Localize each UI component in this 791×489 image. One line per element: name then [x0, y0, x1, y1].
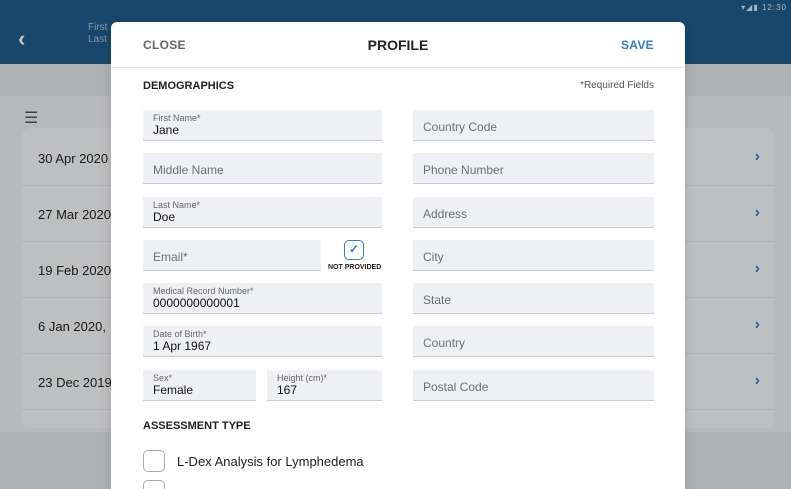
modal-header: CLOSE PROFILE SAVE	[111, 22, 685, 68]
sex-label: Sex*	[153, 373, 173, 383]
height-label: Height (cm)*	[277, 373, 328, 383]
first-name-label: First Name*	[153, 113, 201, 123]
checkmark-icon: ✓	[349, 242, 360, 256]
height-value: 167	[277, 383, 298, 397]
mrn-label: Medical Record Number*	[153, 286, 254, 296]
country-field[interactable]: Country	[413, 326, 654, 357]
phone-number-field[interactable]: Phone Number	[413, 153, 654, 184]
middle-name-field[interactable]: Middle Name	[143, 153, 382, 184]
assessment-type-heading: ASSESSMENT TYPE	[143, 420, 251, 432]
ldex-checkbox[interactable]	[143, 450, 165, 472]
country-code-field[interactable]: Country Code	[413, 110, 654, 141]
height-field[interactable]: Height (cm)* 167	[267, 370, 382, 401]
country-code-placeholder: Country Code	[423, 120, 498, 134]
save-button[interactable]: SAVE	[621, 38, 654, 52]
ldex-label[interactable]: L-Dex Analysis for Lymphedema	[177, 454, 364, 469]
not-provided-checkbox[interactable]: ✓	[344, 240, 364, 260]
address-field[interactable]: Address	[413, 197, 654, 228]
postal-code-placeholder: Postal Code	[423, 380, 489, 394]
demographics-heading: DEMOGRAPHICS	[143, 80, 235, 92]
not-provided-label: NOT PROVIDED	[328, 264, 382, 271]
middle-name-placeholder: Middle Name	[153, 163, 224, 177]
last-name-label: Last Name*	[153, 200, 201, 210]
state-field[interactable]: State	[413, 283, 654, 314]
modal-title: PROFILE	[367, 37, 429, 53]
assessment-checkbox-partial[interactable]	[143, 480, 165, 489]
sex-field[interactable]: Sex* Female	[143, 370, 256, 401]
dob-value: 1 Apr 1967	[153, 339, 212, 353]
city-placeholder: City	[423, 250, 444, 264]
required-fields-note: *Required Fields	[580, 80, 654, 91]
last-name-value: Doe	[153, 210, 176, 224]
country-placeholder: Country	[423, 336, 466, 350]
phone-number-placeholder: Phone Number	[423, 163, 504, 177]
city-field[interactable]: City	[413, 240, 654, 271]
date-of-birth-field[interactable]: Date of Birth* 1 Apr 1967	[143, 326, 382, 357]
sex-value: Female	[153, 383, 194, 397]
profile-modal: CLOSE PROFILE SAVE DEMOGRAPHICS *Require…	[111, 22, 685, 489]
state-placeholder: State	[423, 293, 452, 307]
medical-record-number-field[interactable]: Medical Record Number* 0000000000001	[143, 283, 382, 314]
first-name-field[interactable]: First Name* Jane	[143, 110, 382, 141]
postal-code-field[interactable]: Postal Code	[413, 370, 654, 401]
mrn-value: 0000000000001	[153, 296, 240, 310]
address-placeholder: Address	[423, 207, 468, 221]
email-field[interactable]: Email*	[143, 240, 321, 271]
dob-label: Date of Birth*	[153, 329, 207, 339]
last-name-field[interactable]: Last Name* Doe	[143, 197, 382, 228]
email-placeholder: Email*	[153, 250, 188, 264]
first-name-value: Jane	[153, 123, 180, 137]
